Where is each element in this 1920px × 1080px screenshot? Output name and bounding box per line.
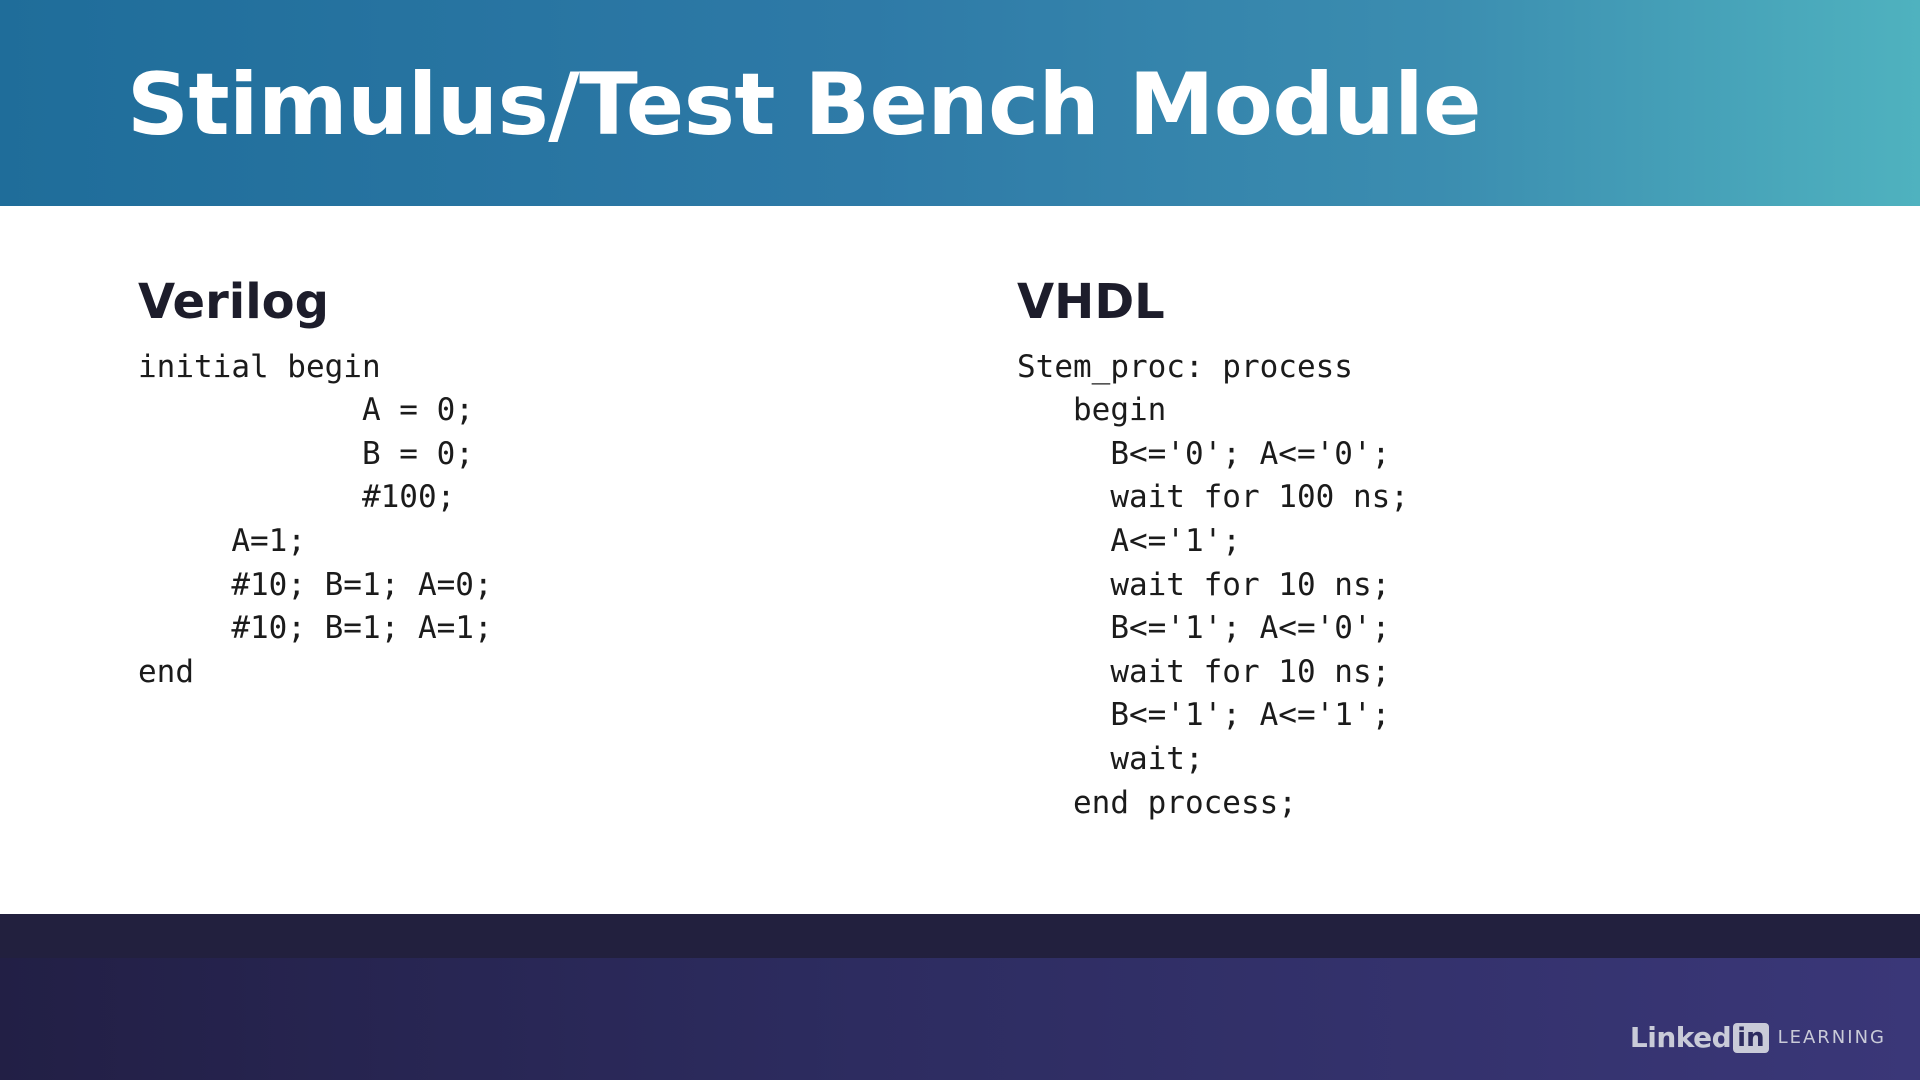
code-line: B<='0'; A<='0'; [1017,435,1391,472]
code-line: B<='1'; A<='0'; [1017,610,1391,647]
verilog-code-block: initial begin A = 0; B = 0; #100; A=1; #… [138,346,493,695]
code-line: A = 0; [138,392,474,429]
code-line: wait; [1017,740,1204,777]
title-banner: Stimulus/Test Bench Module [0,0,1920,206]
code-line: initial begin [138,348,381,385]
footer-divider-band [0,914,1920,958]
vhdl-heading: VHDL [1017,274,1165,330]
vhdl-column: VHDL Stem_proc: process begin B<='0'; A<… [1017,274,1409,825]
brand-linked-text: Linked [1629,1021,1732,1054]
code-line: A=1; [138,522,306,559]
footer-bar: Linked in LEARNING [0,958,1920,1080]
linkedin-in-icon: in [1733,1022,1769,1053]
code-line: #10; B=1; A=1; [138,610,493,647]
code-line: end process; [1017,784,1297,821]
code-line: wait for 10 ns; [1017,653,1391,690]
code-line: #10; B=1; A=0; [138,566,493,603]
verilog-column: Verilog initial begin A = 0; B = 0; #100… [138,274,493,694]
vhdl-code-block: Stem_proc: process begin B<='0'; A<='0';… [1017,346,1409,826]
code-line: wait for 100 ns; [1017,479,1409,516]
slide: Stimulus/Test Bench Module Verilog initi… [0,0,1920,1080]
linkedin-learning-logo: Linked in LEARNING [1630,1021,1886,1054]
code-line: B<='1'; A<='1'; [1017,697,1391,734]
code-line: wait for 10 ns; [1017,566,1391,603]
slide-title: Stimulus/Test Bench Module [127,55,1481,155]
code-line: Stem_proc: process [1017,348,1353,385]
verilog-heading: Verilog [138,274,329,330]
code-line: A<='1'; [1017,522,1241,559]
code-line: begin [1017,392,1167,429]
slide-content: Verilog initial begin A = 0; B = 0; #100… [0,206,1920,914]
code-line: end [138,653,194,690]
code-line: B = 0; [138,435,474,472]
code-line: #100; [138,479,456,516]
brand-learning-text: LEARNING [1777,1027,1886,1048]
